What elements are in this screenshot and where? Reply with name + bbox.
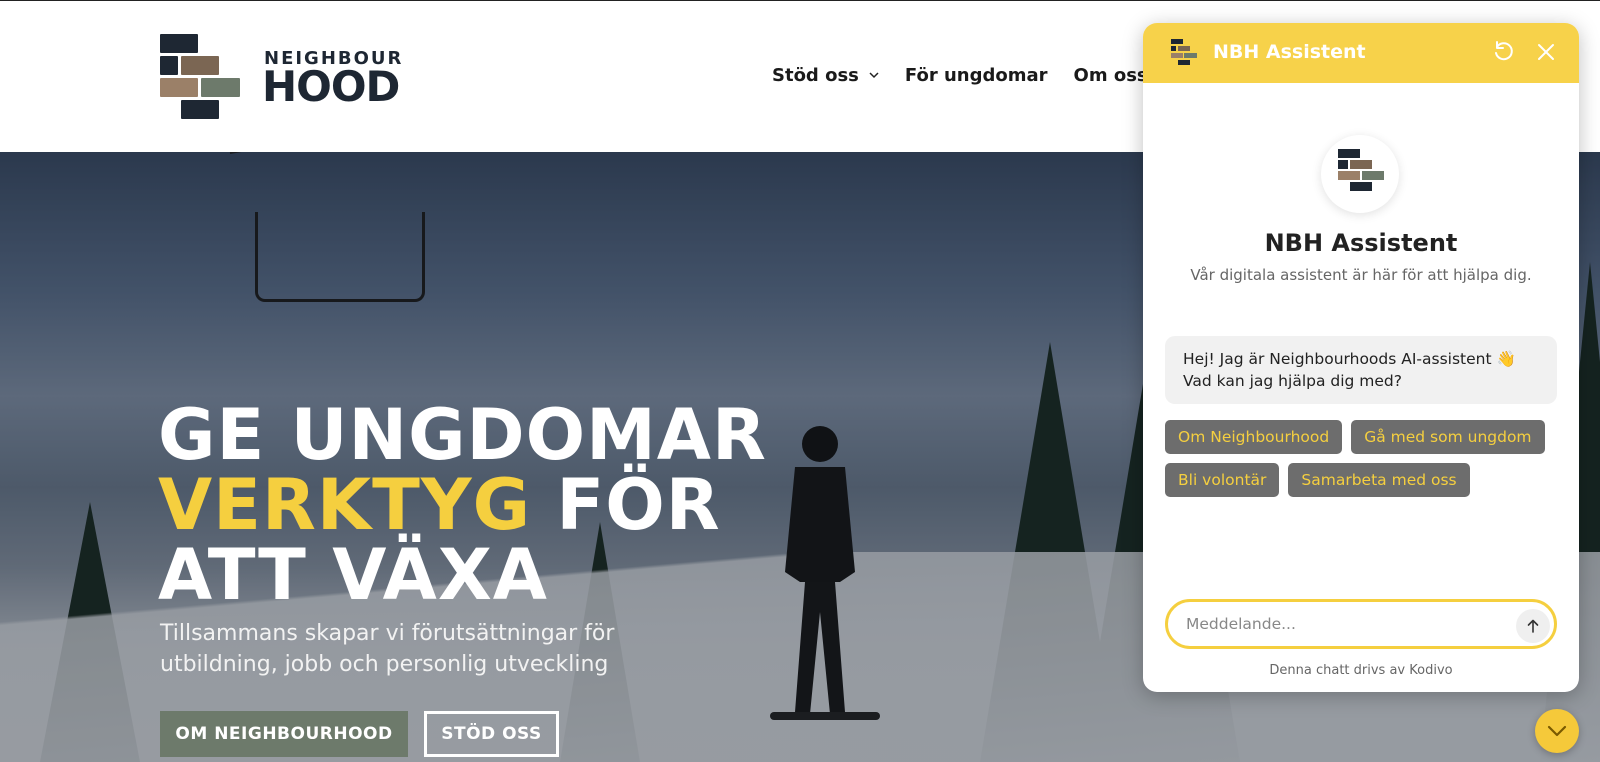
hero-title-line3: ATT VÄXA: [158, 534, 548, 616]
stod-oss-button[interactable]: STÖD OSS: [424, 711, 559, 757]
message-line: Vad kan jag hjälpa dig med?: [1183, 372, 1402, 390]
nav-item-label: För ungdomar: [904, 65, 1048, 86]
main-nav: Stöd oss För ungdomar Om oss: [772, 65, 1168, 86]
chat-header: NBH Assistent: [1143, 23, 1579, 83]
suggestion-om-neighbourhood[interactable]: Om Neighbourhood: [1165, 420, 1343, 454]
chat-widget: NBH Assistent NBH Assistent Vår digitala…: [1143, 23, 1579, 692]
hero-subtitle: Tillsammans skapar vi förutsättningar fö…: [160, 621, 615, 677]
om-neighbourhood-button[interactable]: OM NEIGHBOURHOOD: [160, 711, 408, 757]
logo-brick: [160, 56, 178, 75]
chat-header-title: NBH Assistent: [1213, 41, 1366, 63]
chevron-down-icon: [1547, 725, 1567, 737]
nav-item-label: Stöd oss: [772, 65, 859, 86]
send-button[interactable]: [1516, 609, 1550, 643]
hero-title-line2: FÖR: [531, 464, 721, 546]
logo-brick: [201, 78, 240, 97]
message-input[interactable]: [1186, 612, 1486, 636]
powered-by-text: Denna chatt drivs av Kodivo: [1269, 663, 1453, 678]
chevron-down-icon: [869, 72, 879, 79]
logo-brick: [160, 78, 198, 97]
hero-title: GE UNGDOMAR VERKTYG FÖR ATT VÄXA: [158, 400, 767, 610]
neighbourhood-logo[interactable]: NEIGHBOUR HOOD: [160, 34, 401, 122]
suggestion-chips: Om Neighbourhood Gå med som ungdom Bli v…: [1165, 420, 1565, 497]
assistant-description: Vår digitala assistent är här för att hj…: [1190, 266, 1532, 284]
nav-item-stod-oss[interactable]: Stöd oss: [772, 65, 879, 86]
suggestion-samarbeta-med-oss[interactable]: Samarbeta med oss: [1288, 463, 1470, 497]
nbh-logo-icon: [1338, 149, 1384, 191]
nbh-logo-icon: [1171, 39, 1197, 65]
arrow-up-icon: [1527, 619, 1539, 633]
logo-brick: [160, 34, 198, 53]
assistant-message: Hej! Jag är Neighbourhoods AI-assistent …: [1165, 336, 1557, 404]
refresh-icon[interactable]: [1491, 39, 1517, 65]
logo-brick: [181, 100, 219, 119]
nav-item-label: Om oss: [1073, 65, 1148, 86]
message-line: Hej! Jag är Neighbourhoods AI-assistent …: [1183, 350, 1516, 368]
nav-item-for-ungdomar[interactable]: För ungdomar: [905, 65, 1048, 86]
suggestion-ga-med-som-ungdom[interactable]: Gå med som ungdom: [1351, 420, 1545, 454]
suggestion-bli-volontar[interactable]: Bli volontär: [1165, 463, 1280, 497]
logo-brick: [181, 56, 219, 75]
assistant-avatar: [1321, 135, 1399, 213]
chat-launcher-button[interactable]: [1535, 709, 1579, 753]
message-input-wrapper: [1165, 599, 1557, 649]
assistant-name: NBH Assistent: [1264, 229, 1458, 257]
logo-text-bottom: HOOD: [262, 62, 400, 111]
close-icon[interactable]: [1533, 39, 1559, 65]
